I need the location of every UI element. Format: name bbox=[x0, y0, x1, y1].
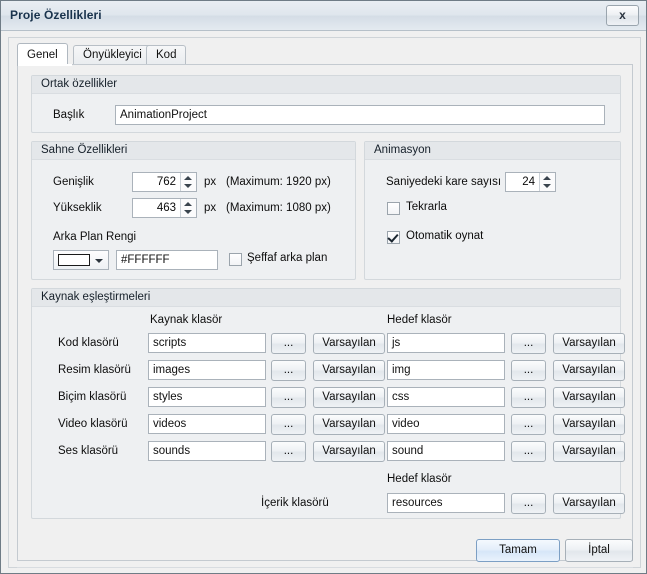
default-button-resim-klasoru-source[interactable]: Varsayılan bbox=[313, 360, 385, 381]
browse-button-ses-klasoru-source[interactable]: ... bbox=[271, 441, 306, 462]
label-seffaf-arka-plan: Şeffaf arka plan bbox=[247, 252, 328, 264]
genislik-spinner[interactable] bbox=[180, 173, 196, 191]
label-tekrarla: Tekrarla bbox=[406, 201, 447, 213]
input-ses-klasoru-source[interactable]: sounds bbox=[148, 441, 266, 461]
label-ses-klasoru: Ses klasörü bbox=[58, 445, 119, 457]
color-picker-dropdown[interactable] bbox=[53, 250, 109, 270]
group-resource-mappings-header: Kaynak eşleştirmeleri bbox=[32, 289, 620, 307]
label-baslik: Başlık bbox=[53, 109, 85, 121]
label-kod-klasoru: Kod klasörü bbox=[58, 337, 119, 349]
browse-button-bicim-klasoru-target[interactable]: ... bbox=[511, 387, 546, 408]
ok-button[interactable]: Tamam bbox=[476, 539, 560, 562]
label-bicim-klasoru: Biçim klasörü bbox=[58, 391, 127, 403]
window-title: Proje Özellikleri bbox=[10, 8, 102, 22]
browse-button-video-klasoru-source[interactable]: ... bbox=[271, 414, 306, 435]
group-scene-properties-header: Sahne Özellikleri bbox=[32, 142, 355, 160]
label-yukseklik-max: (Maximum: 1080 px) bbox=[226, 202, 331, 214]
input-kod-klasoru-source[interactable]: scripts bbox=[148, 333, 266, 353]
default-button-kod-klasoru-target[interactable]: Varsayılan bbox=[553, 333, 625, 354]
column-header-kaynak-klasor: Kaynak klasör bbox=[150, 314, 223, 326]
cancel-button[interactable]: İptal bbox=[565, 539, 633, 562]
color-swatch bbox=[58, 254, 90, 266]
input-yukseklik[interactable]: 463 bbox=[132, 198, 197, 218]
browse-button-resim-klasoru-target[interactable]: ... bbox=[511, 360, 546, 381]
title-bar: Proje Özellikleri x bbox=[1, 1, 646, 31]
fps-spinner[interactable] bbox=[539, 173, 555, 191]
label-yukseklik-unit: px bbox=[204, 202, 217, 214]
default-button-ses-klasoru-source[interactable]: Varsayılan bbox=[313, 441, 385, 462]
label-genislik-max: (Maximum: 1920 px) bbox=[226, 176, 331, 188]
input-resim-klasoru-target[interactable]: img bbox=[387, 360, 505, 380]
group-animation-header: Animasyon bbox=[365, 142, 620, 160]
group-common-properties: Ortak özellikler Başlık AnimationProject bbox=[31, 75, 621, 133]
input-resim-klasoru-source[interactable]: images bbox=[148, 360, 266, 380]
column-header-icerik-hedef-klasor: Hedef klasör bbox=[387, 473, 452, 485]
default-button-video-klasoru-target[interactable]: Varsayılan bbox=[553, 414, 625, 435]
input-baslik[interactable]: AnimationProject bbox=[115, 105, 605, 125]
input-ses-klasoru-target[interactable]: sound bbox=[387, 441, 505, 461]
label-arka-plan-rengi: Arka Plan Rengi bbox=[53, 231, 137, 243]
group-animation: Animasyon Saniyedeki kare sayısı 24 Tekr… bbox=[364, 141, 621, 280]
label-genislik: Genişlik bbox=[53, 176, 94, 188]
label-icerik-klasoru: İçerik klasörü bbox=[261, 497, 329, 509]
browse-button-kod-klasoru-target[interactable]: ... bbox=[511, 333, 546, 354]
checkbox-seffaf-arka-plan[interactable] bbox=[229, 253, 242, 266]
chevron-down-icon bbox=[95, 259, 103, 263]
group-resource-mappings: Kaynak eşleştirmeleri Kaynak klasör Hede… bbox=[31, 288, 625, 519]
label-genislik-unit: px bbox=[204, 176, 217, 188]
browse-button-ses-klasoru-target[interactable]: ... bbox=[511, 441, 546, 462]
input-bicim-klasoru-target[interactable]: css bbox=[387, 387, 505, 407]
label-saniyedeki-kare-sayisi: Saniyedeki kare sayısı bbox=[386, 176, 502, 188]
label-resim-klasoru: Resim klasörü bbox=[58, 364, 131, 376]
checkbox-otomatik-oynat[interactable] bbox=[387, 231, 400, 244]
project-properties-dialog: Proje Özellikleri x Genel Önyükleyici Ko… bbox=[0, 0, 647, 574]
group-common-properties-header: Ortak özellikler bbox=[32, 76, 620, 94]
yukseklik-value: 463 bbox=[156, 202, 176, 214]
checkbox-tekrarla[interactable] bbox=[387, 202, 400, 215]
input-video-klasoru-source[interactable]: videos bbox=[148, 414, 266, 434]
tab-kod[interactable]: Kod bbox=[146, 45, 187, 65]
label-video-klasoru: Video klasörü bbox=[58, 418, 128, 430]
tab-panel-genel: Ortak özellikler Başlık AnimationProject… bbox=[17, 64, 633, 561]
browse-button-video-klasoru-target[interactable]: ... bbox=[511, 414, 546, 435]
close-icon[interactable]: x bbox=[606, 5, 639, 26]
default-button-ses-klasoru-target[interactable]: Varsayılan bbox=[553, 441, 625, 462]
footer-separator bbox=[17, 567, 633, 568]
label-yukseklik: Yükseklik bbox=[53, 202, 102, 214]
input-icerik-klasoru-target[interactable]: resources bbox=[387, 493, 505, 513]
input-video-klasoru-target[interactable]: video bbox=[387, 414, 505, 434]
default-button-bicim-klasoru-source[interactable]: Varsayılan bbox=[313, 387, 385, 408]
default-button-kod-klasoru-source[interactable]: Varsayılan bbox=[313, 333, 385, 354]
group-scene-properties: Sahne Özellikleri Genişlik 762 px (Maxim… bbox=[31, 141, 356, 280]
browse-button-kod-klasoru-source[interactable]: ... bbox=[271, 333, 306, 354]
label-otomatik-oynat: Otomatik oynat bbox=[406, 230, 484, 242]
genislik-value: 762 bbox=[156, 176, 176, 188]
dialog-body: Genel Önyükleyici Kod Ortak özellikler B… bbox=[8, 37, 641, 568]
tab-genel[interactable]: Genel bbox=[17, 43, 68, 66]
browse-button-resim-klasoru-source[interactable]: ... bbox=[271, 360, 306, 381]
input-fps[interactable]: 24 bbox=[505, 172, 556, 192]
tab-onyukleyici[interactable]: Önyükleyici bbox=[73, 45, 152, 65]
browse-button-bicim-klasoru-source[interactable]: ... bbox=[271, 387, 306, 408]
input-arka-plan-rengi-hex[interactable]: #FFFFFF bbox=[116, 250, 218, 270]
browse-button-icerik-klasoru-target[interactable]: ... bbox=[511, 493, 546, 514]
yukseklik-spinner[interactable] bbox=[180, 199, 196, 217]
tab-strip: Genel Önyükleyici Kod bbox=[17, 43, 633, 66]
default-button-resim-klasoru-target[interactable]: Varsayılan bbox=[553, 360, 625, 381]
input-genislik[interactable]: 762 bbox=[132, 172, 197, 192]
input-kod-klasoru-target[interactable]: js bbox=[387, 333, 505, 353]
default-button-video-klasoru-source[interactable]: Varsayılan bbox=[313, 414, 385, 435]
column-header-hedef-klasor: Hedef klasör bbox=[387, 314, 452, 326]
tab-selected-mask bbox=[18, 64, 72, 66]
fps-value: 24 bbox=[522, 176, 535, 188]
default-button-icerik-klasoru-target[interactable]: Varsayılan bbox=[553, 493, 625, 514]
default-button-bicim-klasoru-target[interactable]: Varsayılan bbox=[553, 387, 625, 408]
input-bicim-klasoru-source[interactable]: styles bbox=[148, 387, 266, 407]
